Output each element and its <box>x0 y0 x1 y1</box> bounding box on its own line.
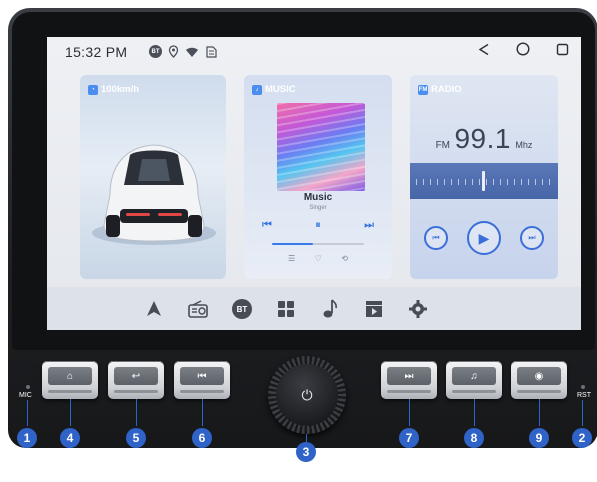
next-track-icon: ⏭ <box>387 367 431 385</box>
music-header: ♪ MUSIC <box>252 84 296 95</box>
mic-label: MIC <box>19 392 32 399</box>
wifi-icon <box>186 47 198 57</box>
callout-line <box>70 399 71 426</box>
button-ridge <box>387 390 431 393</box>
settings-icon[interactable] <box>407 298 429 320</box>
app-dock: BT <box>47 287 581 330</box>
music-icon[interactable] <box>319 298 341 320</box>
button-ridge <box>180 390 224 393</box>
next-track-button[interactable]: ⏭ <box>381 361 437 399</box>
rst-label: RST <box>577 392 591 399</box>
song-progress[interactable] <box>272 243 364 245</box>
radio-icon[interactable] <box>187 298 209 320</box>
radio-card[interactable]: FM RADIO FM 99.1 Mhz ⏮ ▶ ⏭ <box>410 75 558 279</box>
car-image <box>92 144 216 245</box>
music-app-icon: ♪ <box>252 84 262 95</box>
next-icon[interactable]: ⏭ <box>364 219 374 232</box>
power-icon: ⏻ <box>276 364 338 426</box>
previous-icon[interactable]: ⏮ <box>424 226 448 250</box>
next-icon[interactable]: ⏭ <box>520 226 544 250</box>
radio-header-label: RADIO <box>431 84 462 95</box>
power-volume-knob[interactable]: ⏻ <box>268 356 346 434</box>
video-icon[interactable] <box>363 298 385 320</box>
frequency-display: FM 99.1 Mhz <box>410 123 558 155</box>
album-art <box>277 103 365 191</box>
music-note-icon: ♫ <box>452 367 496 385</box>
previous-icon[interactable]: ⏮ <box>262 219 272 232</box>
system-nav <box>478 42 569 56</box>
status-bar: 15:32 PM BT <box>47 37 581 63</box>
radio-app-icon: FM <box>418 84 428 95</box>
repeat-icon[interactable]: ⟲ <box>341 254 348 263</box>
callout-badge: 5 <box>126 428 146 448</box>
song-progress-fill <box>272 243 314 245</box>
vehicle-card[interactable]: ◔ 100km/h <box>80 75 226 279</box>
callout-badge: 8 <box>464 428 484 448</box>
screen-bezel: 15:32 PM BT ◔ 100km/h ♪ MUSIC Music Sing… <box>12 12 595 350</box>
music-card[interactable]: ♪ MUSIC Music Singer ⏮ ⏸ ⏭ ☰ ♡ ⟲ <box>244 75 392 279</box>
music-controls: ⏮ ⏸ ⏭ <box>262 219 374 232</box>
pause-icon[interactable]: ⏸ <box>315 219 321 232</box>
device-stage: 15:32 PM BT ◔ 100km/h ♪ MUSIC Music Sing… <box>0 0 597 482</box>
button-ridge <box>48 390 92 393</box>
back-icon[interactable] <box>478 43 490 56</box>
frequency-value: 99.1 <box>454 123 511 154</box>
play-icon[interactable]: ▶ <box>467 221 501 255</box>
back-button[interactable]: ↩ <box>108 361 164 399</box>
location-icon <box>168 45 179 58</box>
band-label: FM <box>435 140 451 151</box>
playlist-icon[interactable]: ☰ <box>288 254 295 263</box>
music-header-label: MUSIC <box>265 84 296 95</box>
callout-badge: 1 <box>17 428 37 448</box>
song-title: Music <box>303 192 333 203</box>
home-icon[interactable] <box>516 42 530 56</box>
callout-badge: 2 <box>572 428 592 448</box>
sim-icon <box>206 45 217 58</box>
previous-track-icon: ⏮ <box>180 367 224 385</box>
touch-screen: 15:32 PM BT ◔ 100km/h ♪ MUSIC Music Sing… <box>47 37 581 330</box>
recents-icon[interactable] <box>556 43 569 56</box>
dock-icons: BT <box>143 298 429 320</box>
record-icon: ◉ <box>517 367 561 385</box>
callout-badge: 7 <box>399 428 419 448</box>
radio-controls: ⏮ ▶ ⏭ <box>424 221 544 255</box>
bluetooth-icon[interactable]: BT <box>231 298 253 320</box>
tuner-scale[interactable] <box>410 163 558 199</box>
callout-line <box>306 434 307 442</box>
music-button[interactable]: ♫ <box>446 361 502 399</box>
apps-icon[interactable] <box>275 298 297 320</box>
callout-line <box>582 400 583 426</box>
bluetooth-icon: BT <box>149 45 162 58</box>
previous-track-button[interactable]: ⏮ <box>174 361 230 399</box>
song-artist: Singer <box>309 205 327 211</box>
status-icons: BT <box>149 45 217 58</box>
callout-badge: 3 <box>296 442 316 462</box>
callout-line <box>136 399 137 426</box>
callout-line <box>27 400 28 426</box>
favorite-icon[interactable]: ♡ <box>315 254 322 263</box>
tuner-needle[interactable] <box>482 171 485 191</box>
dock-bt-label: BT <box>232 299 252 319</box>
back-icon: ↩ <box>114 367 158 385</box>
radio-header: FM RADIO <box>418 84 462 95</box>
mic-hole <box>26 385 30 389</box>
button-ridge <box>517 390 561 393</box>
callout-badge: 4 <box>60 428 80 448</box>
home-button[interactable]: ⌂ <box>42 361 98 399</box>
home-icon: ⌂ <box>48 367 92 385</box>
callout-line <box>474 399 475 426</box>
music-secondary-controls: ☰ ♡ ⟲ <box>288 254 348 263</box>
reset-hole[interactable] <box>581 385 585 389</box>
callout-line <box>202 399 203 426</box>
callout-badge: 6 <box>192 428 212 448</box>
button-ridge <box>114 390 158 393</box>
callout-badge: 9 <box>529 428 549 448</box>
frequency-unit: Mhz <box>515 140 533 150</box>
callout-line <box>539 399 540 426</box>
navigation-icon[interactable] <box>143 298 165 320</box>
record-button[interactable]: ◉ <box>511 361 567 399</box>
clock: 15:32 PM <box>65 44 128 60</box>
button-ridge <box>452 390 496 393</box>
callout-line <box>409 399 410 426</box>
